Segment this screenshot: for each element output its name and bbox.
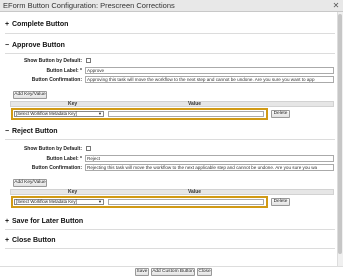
button-confirmation-label: Button Confirmation: — [31, 165, 82, 171]
reject-add-key-value-button[interactable]: Add Key/Value — [13, 179, 47, 187]
window-titlebar: EForm Button Configuration: Prescreen Co… — [0, 0, 343, 12]
approve-metadata-key-select[interactable]: [Select Workflow Metadata Key] ▼ — [14, 111, 104, 117]
approve-add-key-value-button[interactable]: Add Key/Value — [13, 91, 47, 99]
divider — [5, 248, 335, 249]
close-button-section-header[interactable]: + Close Button — [5, 237, 56, 244]
divider — [5, 139, 335, 140]
reject-confirmation-input[interactable]: Rejecting this task will move the workfl… — [85, 164, 334, 171]
approve-metadata-value-input[interactable] — [108, 111, 264, 117]
key-column-header: Key — [68, 101, 78, 107]
section-title: Approve Button — [12, 42, 65, 49]
section-title: Complete Button — [12, 21, 69, 28]
section-title: Close Button — [12, 237, 56, 244]
approve-delete-button[interactable]: Delete — [271, 110, 290, 118]
collapse-icon[interactable]: − — [5, 128, 12, 135]
reject-metadata-key-select[interactable]: [Select Workflow Metadata Key] ▼ — [14, 199, 104, 205]
close-icon[interactable]: ✕ — [331, 1, 341, 10]
section-title: Save for Later Button — [12, 218, 84, 225]
scrollbar-thumb[interactable] — [338, 14, 342, 254]
window-title: EForm Button Configuration: Prescreen Co… — [3, 1, 175, 10]
approve-confirmation-input[interactable]: Approving this task will move the workfl… — [85, 76, 334, 83]
footer-divider — [0, 266, 343, 267]
add-custom-button[interactable]: Add Custom Button — [151, 268, 195, 276]
reject-show-default-checkbox[interactable] — [86, 146, 91, 151]
value-column-header: Value — [188, 101, 202, 107]
divider — [5, 229, 335, 230]
select-value: [Select Workflow Metadata Key] — [16, 111, 77, 116]
reject-button-label-input[interactable]: Reject — [85, 155, 334, 162]
show-by-default-label: Show Button by Default: — [23, 146, 82, 152]
expand-icon[interactable]: + — [5, 21, 12, 28]
save-for-later-section-header[interactable]: + Save for Later Button — [5, 218, 83, 225]
expand-icon[interactable]: + — [5, 218, 12, 225]
show-by-default-label: Show Button by Default: — [23, 58, 82, 64]
complete-button-section-header[interactable]: + Complete Button — [5, 21, 68, 28]
button-label-label: Button Label: * — [46, 156, 82, 162]
button-confirmation-label: Button Confirmation: — [31, 77, 82, 83]
key-value-table-header — [10, 101, 334, 107]
divider — [5, 53, 335, 54]
button-label-label: Button Label: * — [46, 68, 82, 74]
value-column-header: Value — [188, 189, 202, 195]
key-value-table-header — [10, 189, 334, 195]
approve-button-label-input[interactable]: Approve — [85, 67, 334, 74]
expand-icon[interactable]: + — [5, 237, 12, 244]
close-button[interactable]: Close — [197, 268, 212, 276]
approve-button-section-header[interactable]: − Approve Button — [5, 42, 65, 49]
reject-delete-button[interactable]: Delete — [271, 198, 290, 206]
divider — [5, 33, 335, 34]
chevron-down-icon: ▼ — [98, 111, 102, 116]
select-value: [Select Workflow Metadata Key] — [16, 199, 77, 204]
section-title: Reject Button — [12, 128, 58, 135]
save-button[interactable]: Save — [135, 268, 149, 276]
chevron-down-icon: ▼ — [98, 199, 102, 204]
reject-metadata-value-input[interactable] — [108, 199, 264, 205]
approve-show-default-checkbox[interactable] — [86, 58, 91, 63]
key-column-header: Key — [68, 189, 78, 195]
reject-button-section-header[interactable]: − Reject Button — [5, 128, 58, 135]
collapse-icon[interactable]: − — [5, 42, 12, 49]
